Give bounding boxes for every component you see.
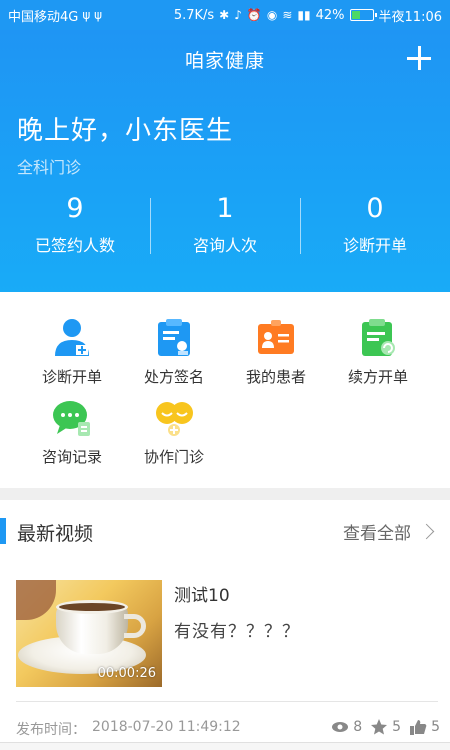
- stat-consults[interactable]: 1 咨询人次: [150, 190, 300, 258]
- publish-label: 发布时间：: [16, 722, 86, 738]
- video-counters: 8 5 5: [331, 719, 440, 735]
- video-thumbnail[interactable]: 00:00:26: [16, 580, 162, 687]
- menu-item-collaboration[interactable]: 协作门诊: [123, 398, 225, 467]
- menu-label: 我的患者: [245, 368, 306, 386]
- renew-prescription-icon: [358, 318, 398, 358]
- wifi-icon: ≋: [282, 8, 293, 22]
- app-screen: 中国移动4G ψ ψ 5.7K/s ✱ ♪ ⏰ ◉ ≋ ▮▮ 42% 半夜11:…: [0, 0, 450, 750]
- divider: [16, 701, 438, 702]
- video-title: 测试10: [174, 586, 230, 606]
- menu-item-consult-records[interactable]: 咨询记录: [21, 398, 123, 467]
- patient-card-icon: [256, 318, 296, 358]
- battery-fill: [351, 11, 360, 19]
- thumbnail-cup-rim: [56, 600, 128, 614]
- menu-label: 续方开单: [347, 368, 408, 386]
- menu-item-prescription-sign[interactable]: 处方签名: [123, 318, 225, 387]
- chat-record-icon: [52, 398, 92, 438]
- video-meta-row: 发布时间： 2018-07-20 11:49:12 8 5 5: [0, 716, 450, 740]
- publish-time: 2018-07-20 11:49:12: [92, 719, 241, 735]
- menu-item-my-patients[interactable]: 我的患者: [225, 318, 327, 387]
- clock-time: 半夜11:06: [378, 9, 442, 25]
- star-icon: [371, 719, 388, 735]
- likes-count: 5: [431, 719, 440, 735]
- likes-counter[interactable]: 5: [409, 719, 440, 735]
- thumbnail-cup-handle: [124, 614, 146, 638]
- video-description: 有没有？？？？: [174, 622, 300, 642]
- function-grid: 诊断开单 处方签名 我的患者 续方开单 咨询记录 协作门诊: [0, 292, 450, 488]
- status-left: 中国移动4G ψ ψ: [8, 6, 102, 25]
- top-nav: 咱家健康: [0, 30, 450, 88]
- video-card[interactable]: 00:00:26 测试10 有没有？？？？: [0, 562, 450, 702]
- publish-info: 发布时间： 2018-07-20 11:49:12: [16, 719, 241, 739]
- status-right: 5.7K/s ✱ ♪ ⏰ ◉ ≋ ▮▮ 42% 半夜11:06: [174, 6, 442, 25]
- collaboration-icon: [154, 398, 194, 438]
- thumbnail-hand: [16, 580, 56, 620]
- header-panel: 咱家健康 晚上好，小东医生 全科门诊 9 已签约人数 1 咨询人次 0 诊断开单: [0, 30, 450, 292]
- prescription-sign-icon: [154, 318, 194, 358]
- battery-icon: [349, 9, 377, 21]
- view-all-label: 查看全部: [343, 524, 411, 544]
- views-counter: 8: [331, 719, 362, 735]
- eye-icon: ◉: [266, 8, 278, 22]
- stat-label: 已签约人数: [34, 236, 115, 255]
- battery-percent: 42%: [315, 7, 345, 23]
- alarm-icon: ⏰: [246, 8, 262, 22]
- eye-icon: [332, 722, 349, 732]
- menu-label: 协作门诊: [143, 448, 204, 466]
- stat-value: 9: [66, 193, 84, 224]
- menu-label: 处方签名: [143, 368, 204, 386]
- section-gap: [0, 488, 450, 500]
- status-bar: 中国移动4G ψ ψ 5.7K/s ✱ ♪ ⏰ ◉ ≋ ▮▮ 42% 半夜11:…: [0, 0, 450, 30]
- stats-row: 9 已签约人数 1 咨询人次 0 诊断开单: [0, 190, 450, 258]
- section-accent-bar: [0, 518, 6, 544]
- thumbs-up-icon: [410, 720, 427, 735]
- add-button[interactable]: [406, 45, 432, 71]
- stat-diagnosis[interactable]: 0 诊断开单: [300, 190, 450, 258]
- carrier-text: 中国移动4G: [8, 9, 79, 25]
- view-all-link[interactable]: 查看全部: [343, 519, 435, 544]
- video-duration: 00:00:26: [97, 666, 156, 681]
- bottom-tab-bar[interactable]: [0, 742, 450, 750]
- department-text: 全科门诊: [17, 158, 82, 177]
- views-count: 8: [353, 719, 363, 735]
- menu-label: 咨询记录: [41, 448, 102, 466]
- section-title: 最新视频: [17, 523, 94, 545]
- stars-counter[interactable]: 5: [370, 719, 401, 735]
- app-title: 咱家健康: [184, 49, 265, 72]
- stat-value: 1: [216, 193, 234, 224]
- menu-item-diagnosis[interactable]: 诊断开单: [21, 318, 123, 387]
- stars-count: 5: [392, 719, 402, 735]
- doctor-icon: [52, 318, 92, 358]
- stat-label: 诊断开单: [342, 236, 407, 255]
- greeting-text: 晚上好，小东医生: [17, 116, 234, 146]
- menu-item-renew[interactable]: 续方开单: [327, 318, 429, 387]
- network-speed: 5.7K/s: [173, 7, 215, 23]
- chevron-right-icon: [418, 523, 435, 540]
- latest-video-header: 最新视频 查看全部: [0, 500, 450, 562]
- usb-icon: ψ ψ: [82, 8, 103, 22]
- signal-icon: ▮▮: [297, 8, 311, 22]
- stat-label: 咨询人次: [192, 236, 257, 255]
- bluetooth-icon: ✱: [219, 8, 230, 22]
- mute-icon: ♪: [234, 8, 242, 22]
- menu-label: 诊断开单: [41, 368, 102, 386]
- stat-signed[interactable]: 9 已签约人数: [0, 190, 150, 258]
- stat-value: 0: [366, 193, 384, 224]
